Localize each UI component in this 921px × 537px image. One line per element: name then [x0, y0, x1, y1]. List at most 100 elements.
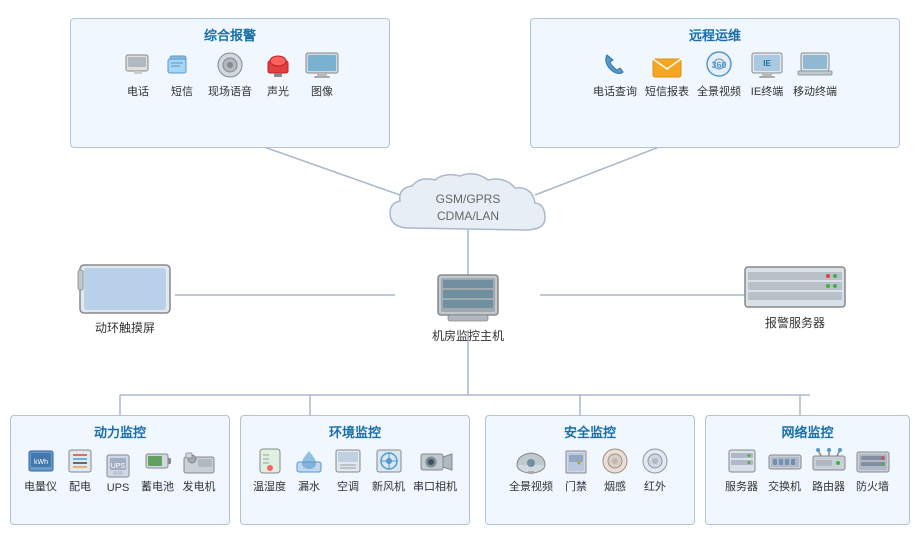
camera360-icon: 360 [701, 50, 737, 80]
main-host: 机房监控主机 [400, 270, 536, 350]
switch-icon [767, 447, 803, 475]
env-water: 漏水 [294, 447, 324, 494]
alarm-server: 报警服务器 [730, 262, 860, 342]
remote-mobile-label: 移动终端 [793, 83, 837, 99]
fan-icon [373, 447, 405, 475]
security-smoke-label: 烟感 [604, 478, 626, 494]
svg-text:kWh: kWh [34, 459, 48, 466]
power-generator-label: 发电机 [183, 478, 216, 494]
remote-phone-label: 电话查询 [593, 83, 637, 99]
main-host-icon [428, 270, 508, 325]
phone-icon [120, 50, 156, 80]
env-box: 环境监控 温湿度 漏水 [240, 415, 470, 525]
svg-text:UPS: UPS [111, 463, 126, 470]
security-title: 安全监控 [486, 416, 694, 441]
power-meter-label: 电量仪 [24, 478, 57, 494]
security-door-label: 门禁 [565, 478, 587, 494]
alarm-server-label: 报警服务器 [765, 314, 825, 331]
alarm-image-label: 图像 [311, 83, 333, 99]
battery-icon [143, 447, 173, 475]
env-fan-label: 新风机 [372, 478, 405, 494]
ups-icon: UPS [103, 451, 133, 479]
touch-screen: 动环触摸屏 [60, 262, 190, 342]
diagram: 综合报警 电话 [0, 0, 921, 537]
remote-ie-label: IE终端 [751, 83, 783, 99]
svg-text:CDMA/LAN: CDMA/LAN [437, 209, 499, 223]
svg-text:GSM/GPRS: GSM/GPRS [436, 192, 501, 206]
firewall-icon [855, 447, 891, 475]
security-dome-label: 全景视频 [509, 478, 553, 494]
power-ups-label: UPS [107, 482, 130, 494]
ac-icon [332, 447, 364, 475]
sms-icon [164, 50, 200, 80]
security-dome: 全景视频 [509, 447, 553, 494]
remote-ie: IE IE终端 [749, 50, 785, 99]
security-infrared: 红外 [639, 447, 671, 494]
power-battery: 蓄电池 [141, 447, 174, 494]
touch-screen-icon [75, 262, 175, 317]
network-icons: 服务器 交换机 [706, 447, 909, 500]
alarm-box: 综合报警 电话 [70, 18, 390, 148]
dome-icon [513, 447, 549, 475]
alarm-phone-label: 电话 [127, 83, 149, 99]
alarm-light-label: 声光 [267, 83, 289, 99]
alarm-phone: 电话 [120, 50, 156, 99]
network-switch: 交换机 [767, 447, 803, 494]
door-icon [561, 447, 591, 475]
monitor-icon [304, 50, 340, 80]
env-camera: 串口相机 [413, 447, 457, 494]
env-title: 环境监控 [241, 416, 469, 441]
network-firewall: 防火墙 [855, 447, 891, 494]
remote-mobile: 移动终端 [793, 50, 837, 99]
infrared-icon [639, 447, 671, 475]
generator-icon [182, 447, 216, 475]
power-generator: 发电机 [182, 447, 216, 494]
computer-icon: IE [749, 50, 785, 80]
remote-email-label: 短信报表 [645, 83, 689, 99]
security-smoke: 烟感 [599, 447, 631, 494]
security-box: 安全监控 全景视频 门禁 [485, 415, 695, 525]
email-icon [649, 50, 685, 80]
speaker-icon [212, 50, 248, 80]
security-door: 门禁 [561, 447, 591, 494]
alarm-voice-label: 现场语音 [208, 83, 252, 99]
remote-box: 远程运维 电话查询 短信报表 [530, 18, 900, 148]
power-electric-label: 配电 [69, 478, 91, 494]
power-electric: 配电 [65, 447, 95, 494]
alarm-sms-label: 短信 [171, 83, 193, 99]
smoke-icon [599, 447, 631, 475]
env-water-label: 漏水 [298, 478, 320, 494]
router-icon [811, 447, 847, 475]
network-switch-label: 交换机 [768, 478, 801, 494]
remote-icons: 电话查询 短信报表 360 [531, 50, 899, 105]
env-temp-label: 温湿度 [253, 478, 286, 494]
security-infrared-label: 红外 [644, 478, 666, 494]
power-box: 动力监控 kWh 电量仪 配电 [10, 415, 230, 525]
power-title: 动力监控 [11, 416, 229, 441]
electric-icon [65, 447, 95, 475]
laptop-icon [797, 50, 833, 80]
network-server-label: 服务器 [725, 478, 758, 494]
network-router-label: 路由器 [812, 478, 845, 494]
meter-icon: kWh [26, 447, 56, 475]
env-ac: 空调 [332, 447, 364, 494]
network-title: 网络监控 [706, 416, 909, 441]
server-icon [725, 447, 759, 475]
alarm-light: 声光 [260, 50, 296, 99]
alarm-image: 图像 [304, 50, 340, 99]
network-box: 网络监控 服务器 [705, 415, 910, 525]
remote-email: 短信报表 [645, 50, 689, 99]
alarm-icon [260, 50, 296, 80]
touch-screen-label: 动环触摸屏 [95, 319, 155, 336]
remote-360-label: 全景视频 [697, 83, 741, 99]
env-camera-label: 串口相机 [413, 478, 457, 494]
power-battery-label: 蓄电池 [141, 478, 174, 494]
power-meter: kWh 电量仪 [24, 447, 57, 494]
network-router: 路由器 [811, 447, 847, 494]
cloud-container: GSM/GPRS CDMA/LAN [370, 168, 566, 238]
env-temp: 温湿度 [253, 447, 286, 494]
remote-360: 360 全景视频 [697, 50, 741, 99]
network-firewall-label: 防火墙 [856, 478, 889, 494]
phone-query-icon [597, 50, 633, 80]
alarm-sms: 短信 [164, 50, 200, 99]
